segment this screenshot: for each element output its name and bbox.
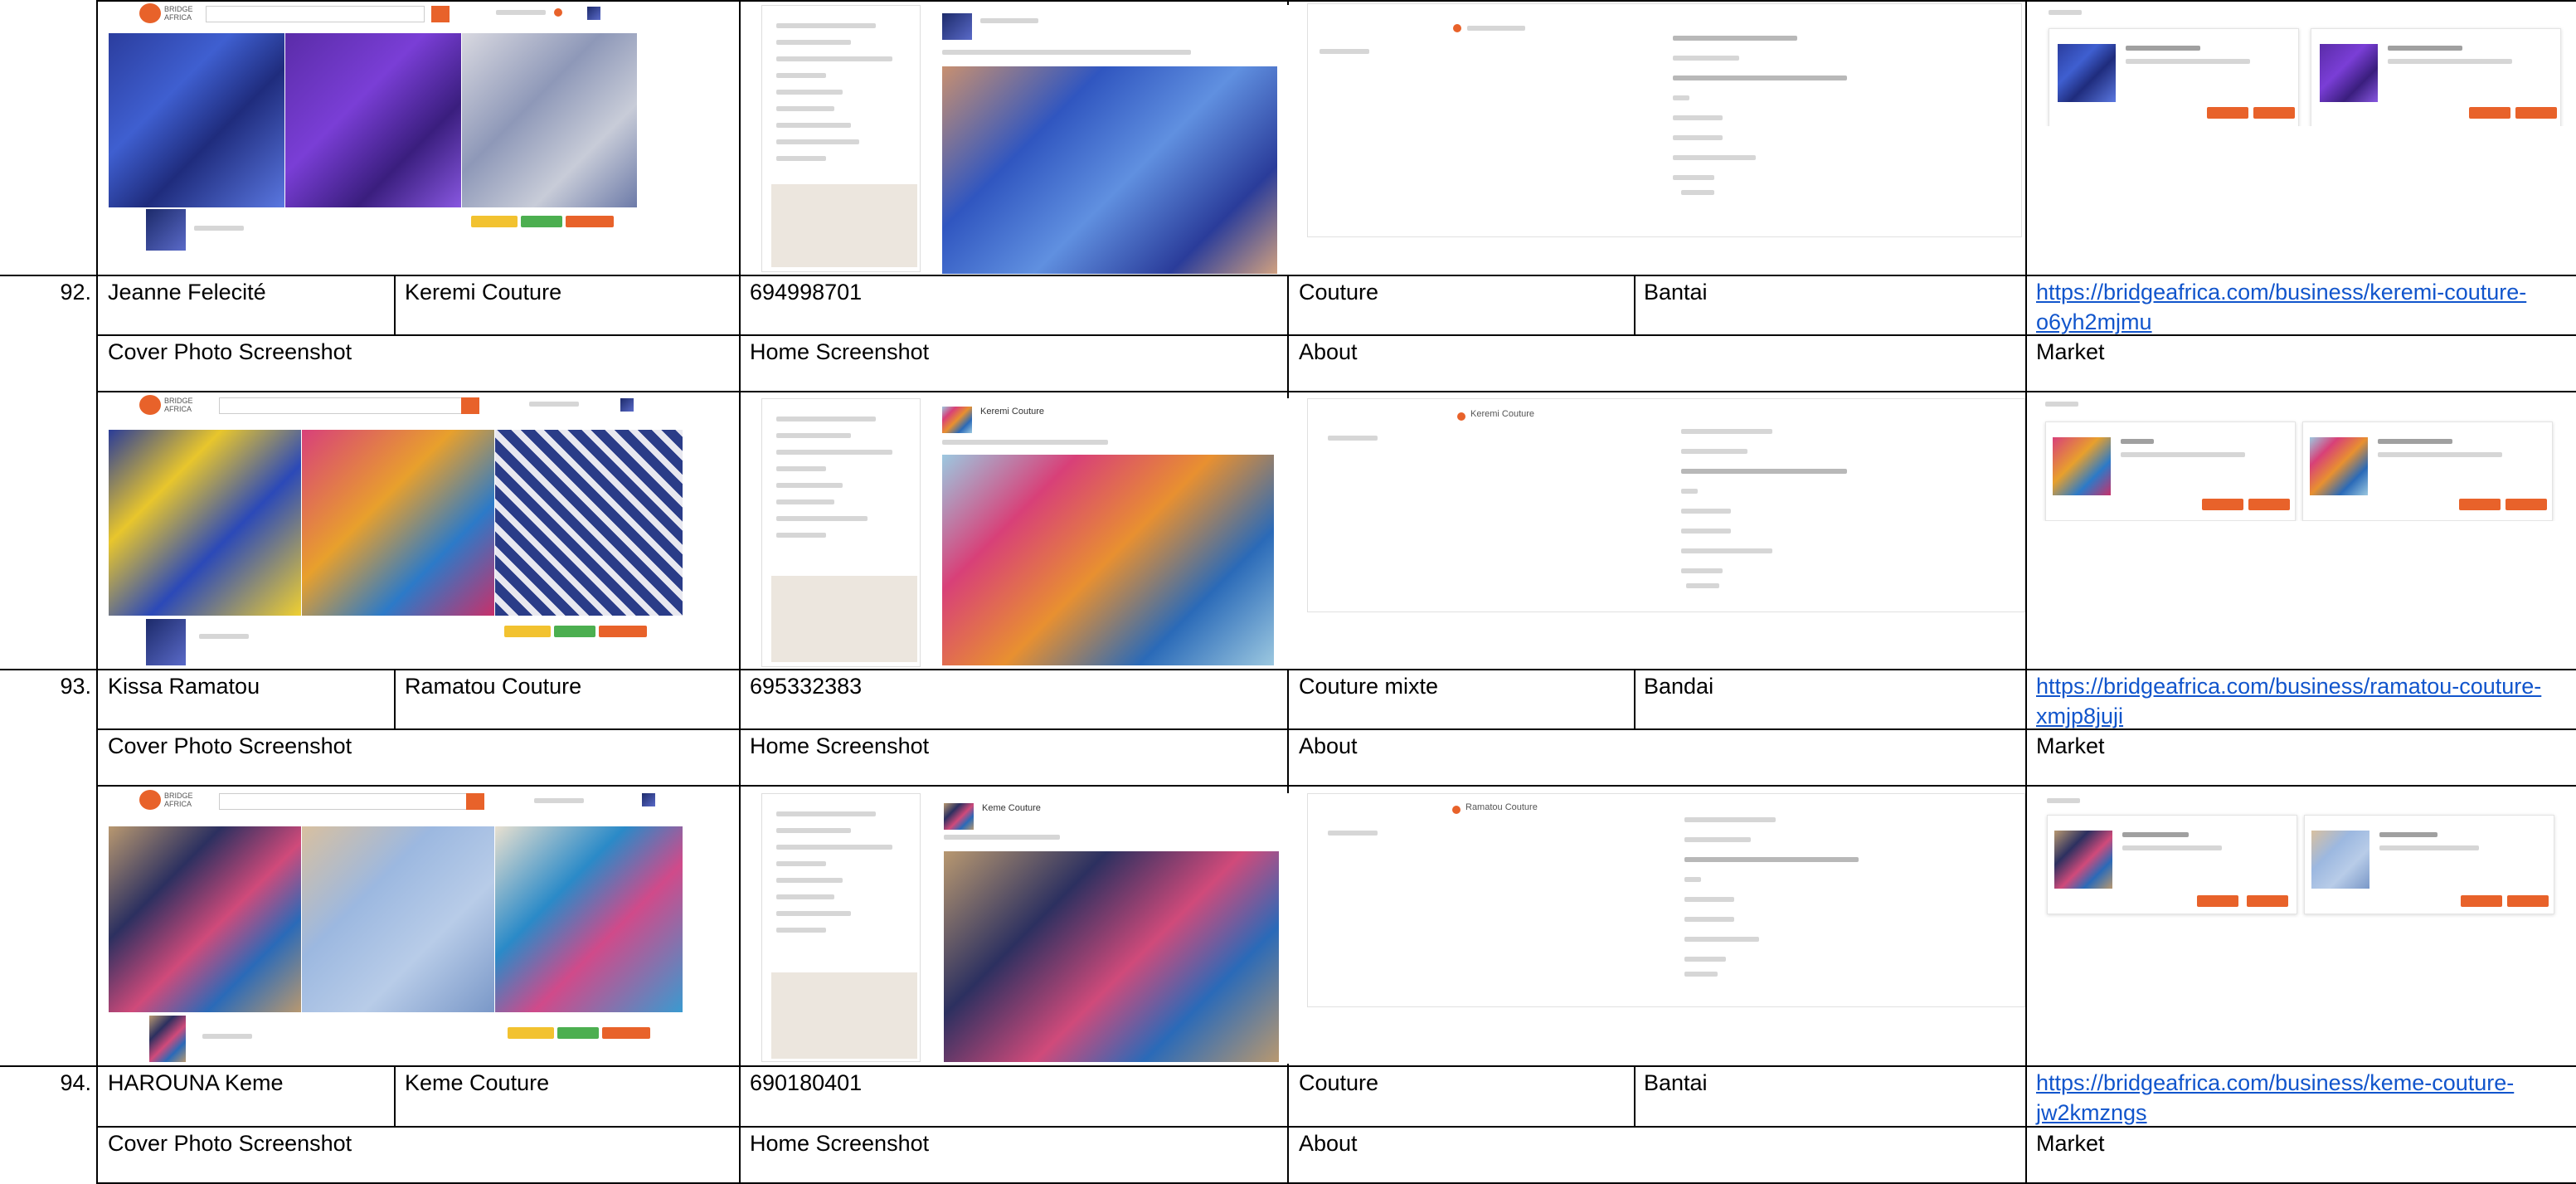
buy-now-button[interactable] — [2207, 107, 2248, 119]
home-photo — [942, 455, 1274, 665]
add-to-cart-button[interactable] — [2507, 895, 2549, 907]
home-screenshot — [760, 5, 1290, 275]
about-business-name: Keremi Couture — [1470, 409, 1535, 419]
logo-icon — [139, 790, 161, 810]
cover-photo — [285, 33, 461, 207]
cover-photo — [109, 430, 301, 616]
row-number: 94. — [60, 1070, 91, 1095]
add-to-cart-button[interactable] — [2247, 895, 2288, 907]
market-screenshot — [2040, 397, 2571, 521]
search-input — [219, 397, 471, 414]
owner-name: HAROUNA Keme — [108, 1070, 284, 1095]
cover-screenshot: BRIDGE AFRICA — [106, 2, 637, 255]
cover-photo — [109, 33, 284, 207]
about-screenshot: Ramatou Couture — [1307, 793, 2025, 1007]
phone-number: 690180401 — [750, 1070, 863, 1095]
cover-screenshot: BRIDGE AFRICA — [106, 393, 687, 667]
cover-photo — [302, 430, 494, 616]
buy-now-button[interactable] — [2469, 107, 2510, 119]
buy-now-button[interactable] — [2461, 895, 2502, 907]
business-name: Ramatou Couture — [405, 674, 582, 699]
location: Bantai — [1644, 280, 1708, 305]
product-card — [2045, 421, 2296, 521]
business-name: Keremi Couture — [405, 280, 562, 305]
product-card — [2311, 28, 2561, 126]
product-card — [2302, 421, 2553, 521]
home-screenshot: Keme Couture — [760, 793, 1290, 1064]
owner-name: Kissa Ramatou — [108, 674, 260, 699]
business-name: Keme Couture — [405, 1070, 550, 1095]
cover-header: Cover Photo Screenshot — [108, 339, 352, 364]
search-input — [219, 793, 471, 810]
product-card — [2304, 815, 2554, 914]
buy-now-button[interactable] — [2459, 499, 2501, 510]
location: Bantai — [1644, 1070, 1708, 1095]
home-photo — [942, 66, 1277, 274]
phone-number: 694998701 — [750, 280, 863, 305]
category: Couture — [1299, 280, 1379, 305]
about-screenshot: Keremi Couture — [1307, 398, 2025, 612]
brand-logo: BRIDGE AFRICA — [164, 792, 193, 808]
cover-header: Cover Photo Screenshot — [108, 733, 352, 758]
phone-number: 695332383 — [750, 674, 863, 699]
home-photo — [944, 851, 1279, 1062]
home-header: Home Screenshot — [750, 733, 930, 758]
add-to-cart-button[interactable] — [2506, 499, 2547, 510]
about-header: About — [1299, 339, 1358, 364]
product-card — [2047, 815, 2297, 914]
buy-now-button[interactable] — [2202, 499, 2243, 510]
category: Couture mixte — [1299, 674, 1439, 699]
cover-photo — [495, 430, 683, 616]
avatar — [149, 1016, 186, 1062]
home-header: Home Screenshot — [750, 339, 930, 364]
logo-icon — [139, 3, 161, 23]
search-icon — [466, 793, 484, 810]
business-link[interactable]: https://bridgeafrica.com/business/keme-c… — [2036, 1068, 2567, 1128]
product-card — [2049, 28, 2299, 126]
cover-photo — [302, 826, 494, 1012]
about-business-name: Ramatou Couture — [1465, 802, 1538, 812]
cover-header: Cover Photo Screenshot — [108, 1131, 352, 1156]
market-header: Market — [2036, 733, 2105, 758]
business-link[interactable]: https://bridgeafrica.com/business/ramato… — [2036, 671, 2567, 731]
cover-screenshot: BRIDGE AFRICA — [106, 788, 687, 1064]
about-header: About — [1299, 733, 1358, 758]
owner-name: Jeanne Felecité — [108, 280, 266, 305]
market-header: Market — [2036, 1131, 2105, 1156]
avatar — [146, 209, 186, 251]
market-header: Market — [2036, 339, 2105, 364]
cover-photo — [462, 33, 637, 207]
cover-photo — [109, 826, 301, 1012]
search-icon — [431, 6, 450, 22]
market-screenshot — [2040, 793, 2571, 918]
row-number: 93. — [60, 674, 91, 699]
brand-logo: BRIDGE AFRICA — [164, 397, 193, 413]
home-page-title: Keremi Couture — [980, 407, 1045, 417]
search-input — [206, 6, 425, 22]
cover-photo — [495, 826, 683, 1012]
brand-logo: BRIDGE AFRICA — [164, 5, 193, 22]
home-screenshot: Keremi Couture — [760, 398, 1290, 669]
avatar — [146, 619, 186, 665]
search-icon — [461, 397, 479, 414]
home-page-title: Keme Couture — [982, 803, 1041, 813]
buy-now-button[interactable] — [2197, 895, 2238, 907]
add-to-cart-button[interactable] — [2248, 499, 2290, 510]
add-to-cart-button[interactable] — [2515, 107, 2557, 119]
about-screenshot — [1307, 3, 2022, 237]
row-number: 92. — [60, 280, 91, 305]
category: Couture — [1299, 1070, 1379, 1095]
market-screenshot — [2040, 2, 2571, 126]
logo-icon — [139, 395, 161, 415]
home-header: Home Screenshot — [750, 1131, 930, 1156]
business-link[interactable]: https://bridgeafrica.com/business/keremi… — [2036, 277, 2567, 337]
location: Bandai — [1644, 674, 1714, 699]
about-header: About — [1299, 1131, 1358, 1156]
add-to-cart-button[interactable] — [2253, 107, 2295, 119]
